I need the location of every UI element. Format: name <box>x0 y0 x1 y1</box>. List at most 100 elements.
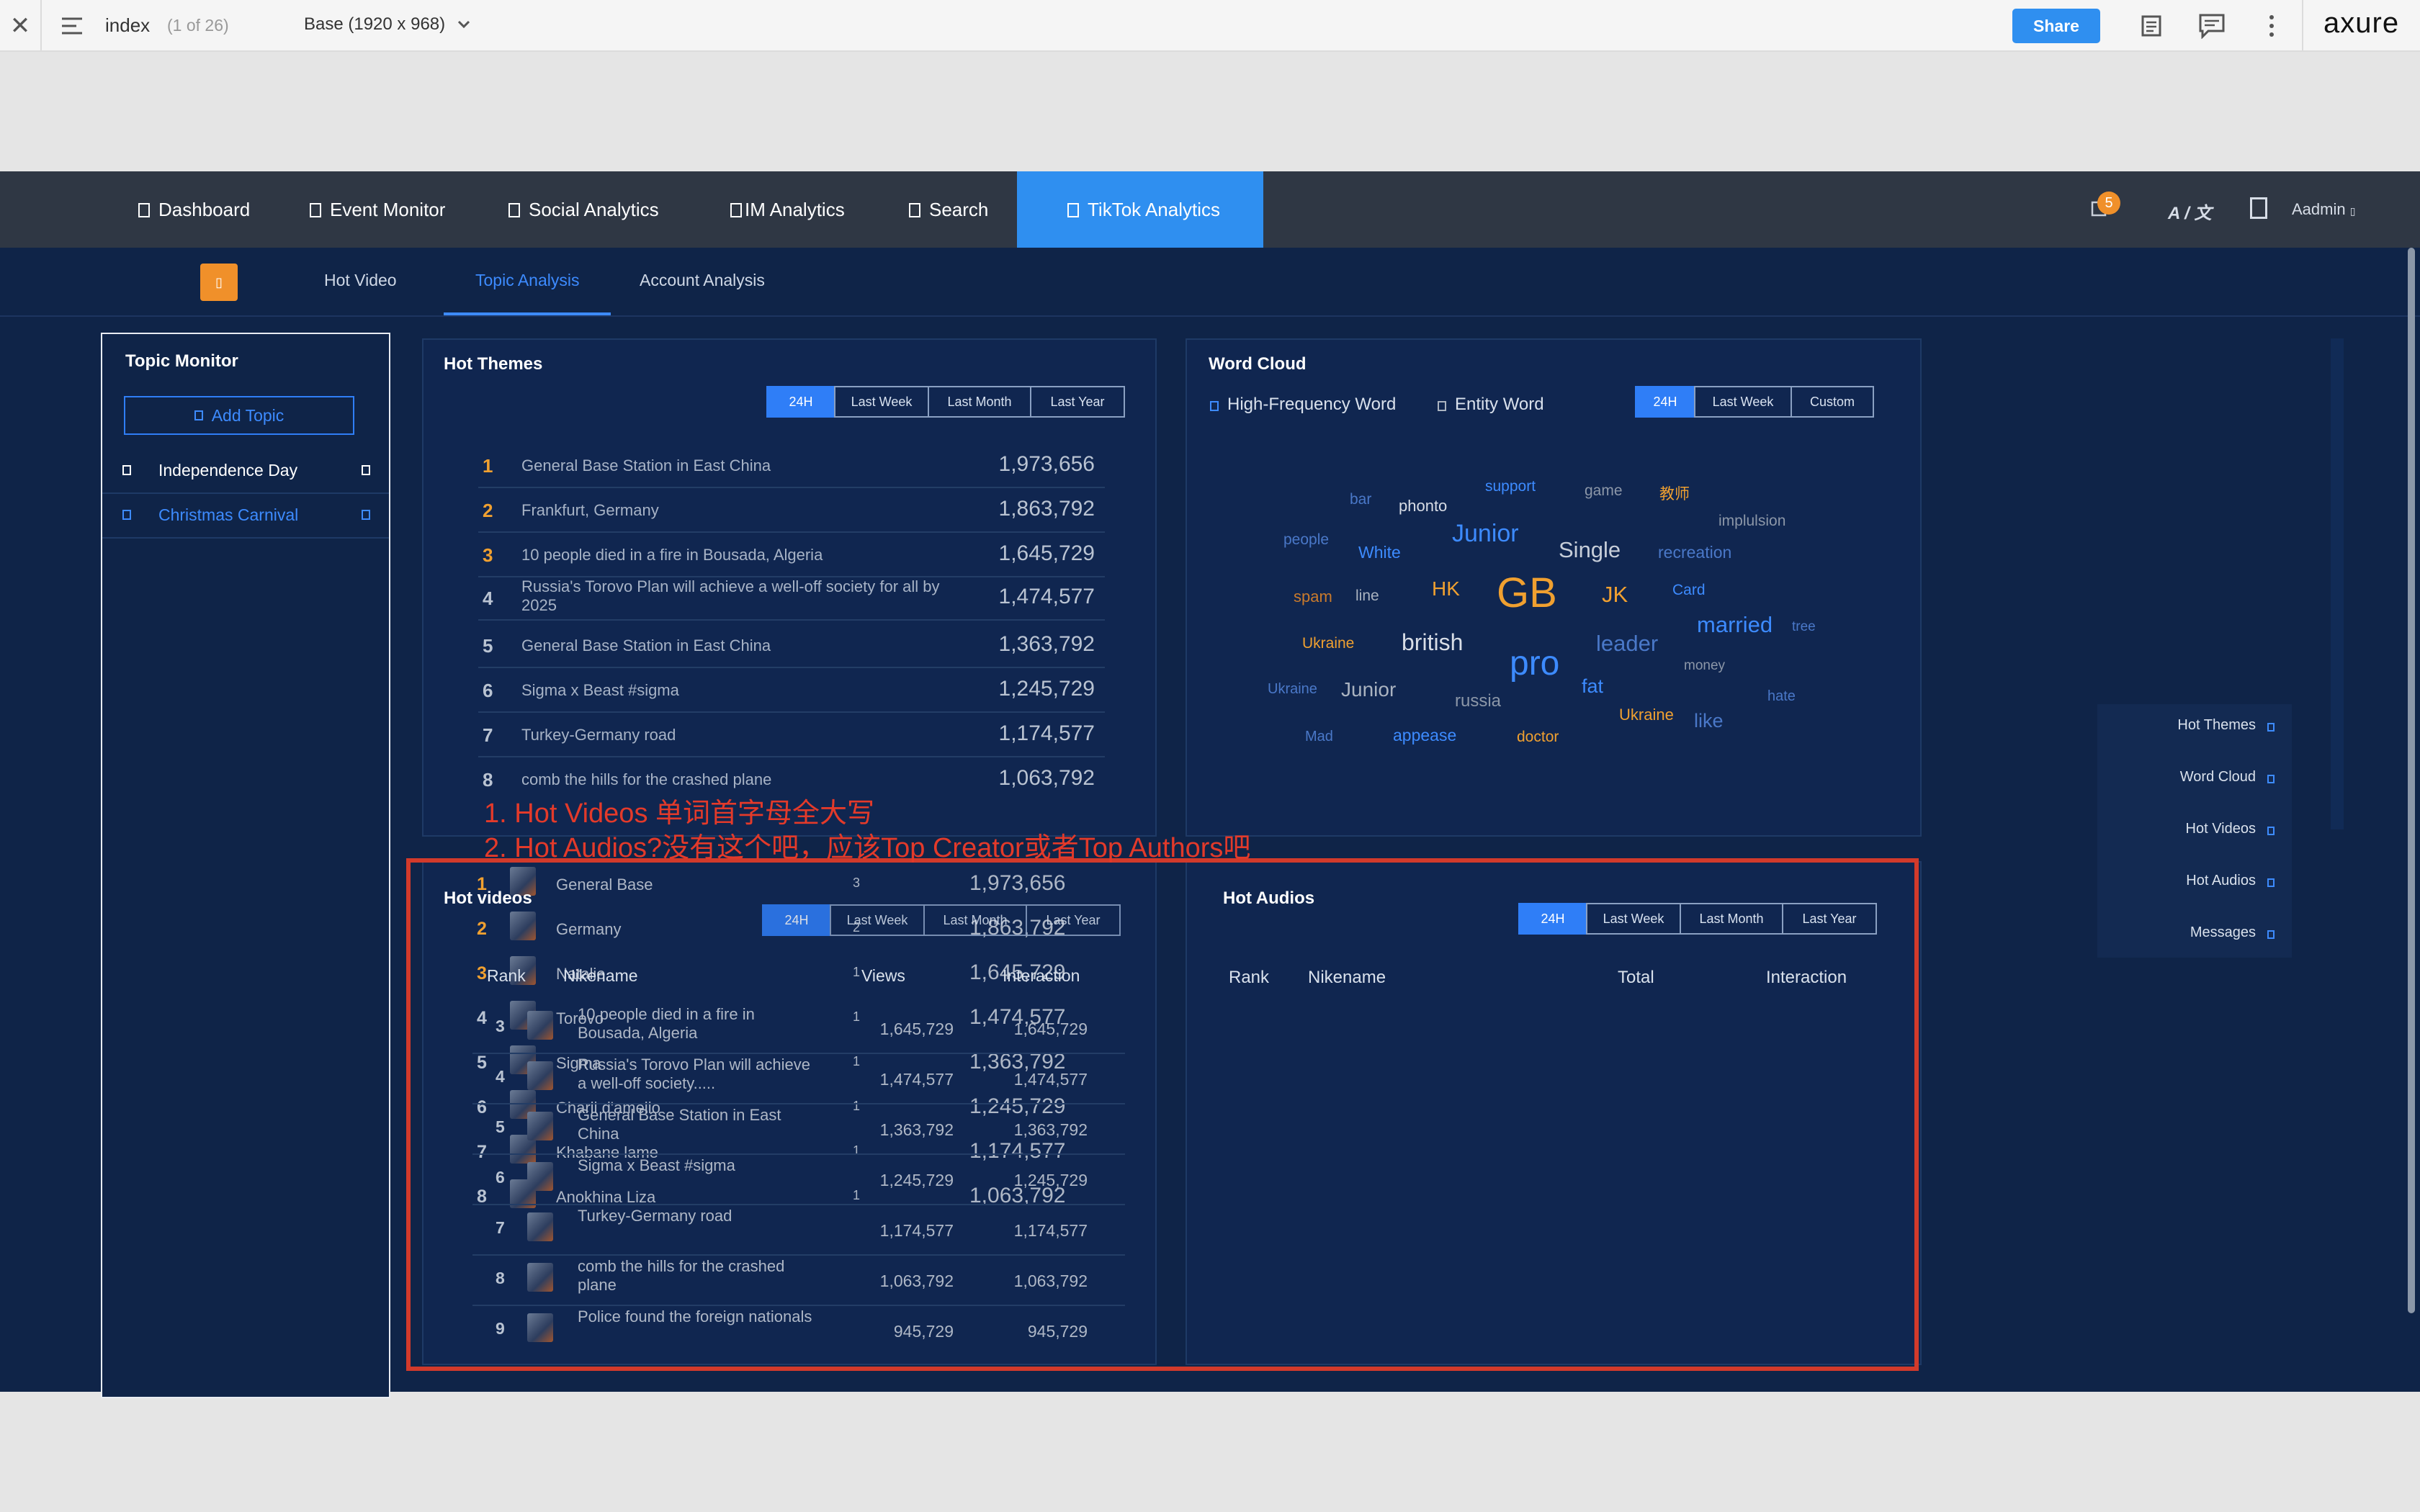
word[interactable]: british <box>1402 629 1463 656</box>
filter-last-week[interactable]: Last Week <box>1694 386 1792 418</box>
anchor-dot-icon <box>2267 930 2275 939</box>
word[interactable]: 教师 <box>1659 482 1690 504</box>
dashboard-icon <box>138 203 150 217</box>
page-name[interactable]: index <box>105 14 150 37</box>
word[interactable]: leader <box>1596 631 1658 657</box>
topic-label: Christmas Carnival <box>158 505 299 524</box>
theme-text[interactable]: General Base Station in East China <box>521 456 968 475</box>
nav-event-monitor[interactable]: Event Monitor <box>310 171 445 248</box>
word[interactable]: russia <box>1455 691 1501 711</box>
view-select[interactable]: Base (1920 x 968) <box>304 14 445 35</box>
filter-24h[interactable]: 24H <box>766 386 835 418</box>
theme-text[interactable]: comb the hills for the crashed plane <box>521 770 968 789</box>
filter-last-month[interactable]: Last Month <box>928 386 1031 418</box>
option-entity-word[interactable]: Entity Word <box>1438 395 1544 415</box>
topic-item[interactable]: Christmas Carnival <box>102 494 389 539</box>
anchor-hot-audios[interactable]: Hot Audios <box>2118 873 2256 889</box>
filter-last-year[interactable]: Last Year <box>1030 386 1125 418</box>
word[interactable]: HK <box>1432 577 1460 600</box>
brand-logo[interactable]: ▯ <box>200 264 238 301</box>
nav-tiktok-analytics[interactable]: TikTok Analytics <box>1067 171 1220 248</box>
filter-last-week[interactable]: Last Week <box>834 386 929 418</box>
side-strip <box>2331 338 2344 829</box>
theme-value: 1,363,792 <box>998 632 1095 656</box>
option-high-frequency[interactable]: High-Frequency Word <box>1210 395 1396 415</box>
word[interactable]: people <box>1283 531 1329 549</box>
word[interactable]: implulsion <box>1718 513 1785 530</box>
word[interactable]: like <box>1694 710 1724 732</box>
tab-hot-video[interactable]: Hot Video <box>324 271 397 290</box>
share-button[interactable]: Share <box>2012 9 2100 43</box>
chevron-down-icon[interactable] <box>457 19 471 34</box>
theme-rank: 7 <box>483 724 493 746</box>
anchor-word-cloud[interactable]: Word Cloud <box>2118 769 2256 786</box>
word[interactable]: Junior <box>1452 520 1519 548</box>
anchor-messages[interactable]: Messages <box>2118 924 2256 941</box>
notes-icon[interactable] <box>2141 14 2162 41</box>
topic-menu-icon[interactable] <box>362 510 370 520</box>
word[interactable]: recreation <box>1658 543 1731 562</box>
theme-rank: 6 <box>483 680 493 701</box>
add-topic-button[interactable]: Add Topic <box>124 396 354 435</box>
event-monitor-icon <box>310 203 321 217</box>
word[interactable]: game <box>1585 482 1623 500</box>
word[interactable]: Single <box>1559 537 1621 563</box>
word-cloud-filter: 24H Last Week Custom <box>1635 386 1874 418</box>
theme-rank: 8 <box>483 769 493 791</box>
theme-text[interactable]: Russia's Torovo Plan will achieve a well… <box>521 577 968 615</box>
word[interactable]: doctor <box>1517 729 1559 746</box>
scrollbar[interactable] <box>2408 248 2415 1313</box>
theme-text[interactable]: Turkey-Germany road <box>521 726 968 744</box>
word[interactable]: JK <box>1602 582 1628 608</box>
comments-icon[interactable] <box>2198 13 2226 42</box>
user-name-label: Aadmin <box>2292 200 2346 218</box>
word[interactable]: Ukraine <box>1302 635 1354 652</box>
word[interactable]: tree <box>1792 619 1816 635</box>
topic-menu-icon[interactable] <box>362 465 370 475</box>
more-icon[interactable] <box>2266 13 2277 42</box>
menu-icon[interactable] <box>60 16 85 36</box>
language-switch[interactable]: A / 文 <box>2168 199 2211 224</box>
word[interactable]: bar <box>1350 491 1371 508</box>
word[interactable]: spam <box>1294 588 1332 606</box>
theme-text[interactable]: 10 people died in a fire in Bousada, Alg… <box>521 546 968 564</box>
filter-custom[interactable]: Custom <box>1791 386 1874 418</box>
word[interactable]: money <box>1684 658 1725 674</box>
word[interactable]: fat <box>1582 675 1603 698</box>
word[interactable]: phonto <box>1399 497 1447 516</box>
theme-value: 1,973,656 <box>998 452 1095 476</box>
word[interactable]: line <box>1355 588 1379 605</box>
theme-value: 1,474,577 <box>998 585 1095 608</box>
word[interactable]: GB <box>1497 569 1557 617</box>
word[interactable]: Ukraine <box>1619 706 1674 724</box>
user-avatar[interactable] <box>2250 197 2267 219</box>
word[interactable]: Card <box>1672 582 1706 599</box>
word[interactable]: pro <box>1510 644 1559 683</box>
close-icon[interactable]: ✕ <box>6 0 35 52</box>
theme-text[interactable]: General Base Station in East China <box>521 636 968 655</box>
topic-item[interactable]: Independence Day <box>102 449 389 494</box>
word[interactable]: married <box>1697 612 1773 638</box>
word[interactable]: support <box>1485 478 1536 495</box>
user-name[interactable]: Aadmin ▯ <box>2292 200 2355 219</box>
anchor-hot-videos[interactable]: Hot Videos <box>2118 821 2256 837</box>
word-cloud-title: Word Cloud <box>1209 354 1307 374</box>
theme-text[interactable]: Sigma x Beast #sigma <box>521 681 968 700</box>
word[interactable]: White <box>1358 543 1401 562</box>
row-divider <box>478 667 1105 668</box>
word[interactable]: appease <box>1393 726 1456 745</box>
filter-24h[interactable]: 24H <box>1635 386 1695 418</box>
nav-im-analytics[interactable]: IM Analytics <box>730 171 845 248</box>
word[interactable]: hate <box>1767 688 1796 705</box>
theme-text[interactable]: Frankfurt, Germany <box>521 501 968 520</box>
theme-value: 1,174,577 <box>998 721 1095 745</box>
tab-topic-analysis[interactable]: Topic Analysis <box>475 271 579 290</box>
word[interactable]: Ukraine <box>1268 681 1317 698</box>
tab-account-analysis[interactable]: Account Analysis <box>640 271 765 290</box>
nav-dashboard[interactable]: Dashboard <box>138 171 250 248</box>
nav-social-analytics[interactable]: Social Analytics <box>508 171 659 248</box>
nav-search[interactable]: Search <box>909 171 988 248</box>
anchor-hot-themes[interactable]: Hot Themes <box>2118 717 2256 734</box>
word[interactable]: Mad <box>1305 729 1333 745</box>
word[interactable]: Junior <box>1341 678 1396 701</box>
